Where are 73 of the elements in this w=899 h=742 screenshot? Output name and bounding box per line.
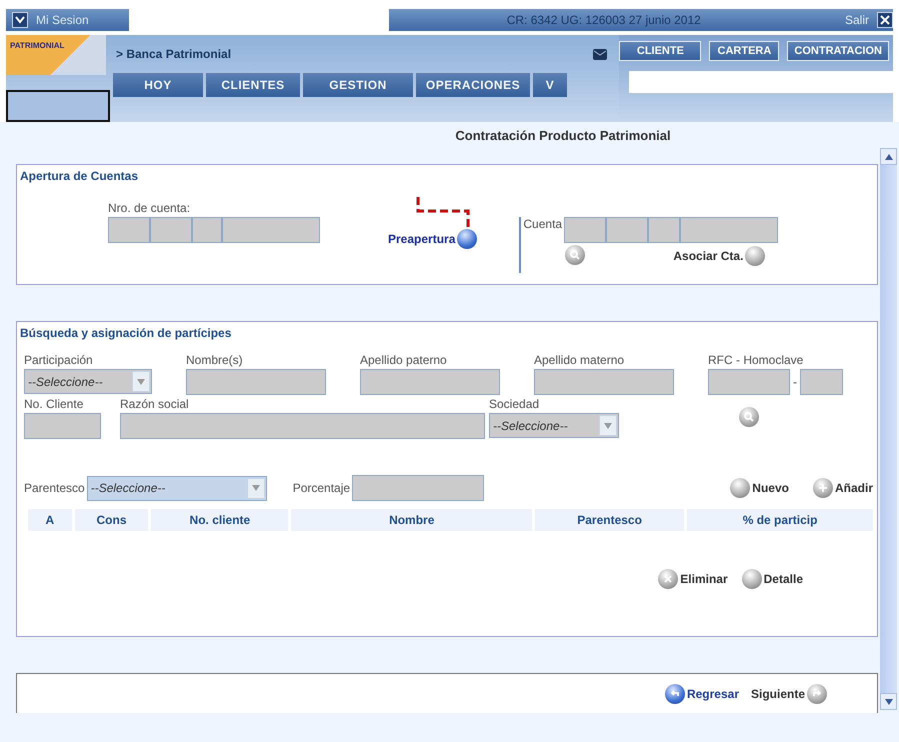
input-field[interactable]	[800, 369, 843, 395]
search-icon	[565, 245, 586, 265]
header-button[interactable]: CLIENTE	[619, 41, 702, 61]
asociar-button[interactable]: Asociar Cta.	[673, 246, 766, 266]
plus-icon	[812, 478, 833, 498]
field-label: Apellido materno	[534, 353, 626, 367]
round-button-icon	[742, 569, 762, 589]
field-label: Participación	[24, 353, 94, 367]
nav-tab[interactable]: GESTION	[303, 73, 413, 97]
column-header: A	[28, 509, 72, 531]
header-button[interactable]: CONTRATACION	[787, 41, 889, 61]
session-info: CR: 6342 UG: 126003 27 junio 2012	[506, 13, 701, 27]
detail-button[interactable]: Detalle	[742, 569, 803, 589]
field-label: No. Cliente	[24, 397, 84, 411]
field-label: Nombre(s)	[186, 353, 244, 367]
nuevo-button[interactable]: Nuevo	[730, 478, 789, 498]
scroll-up-icon[interactable]	[880, 148, 897, 165]
nav-tab[interactable]: OPERACIONES	[416, 73, 530, 97]
delete-button[interactable]: Eliminar	[658, 569, 728, 589]
add-button[interactable]: Añadir	[812, 478, 873, 498]
logo: PATRIMONIAL	[6, 35, 106, 75]
search-icon	[739, 407, 759, 427]
field-label: Parentesco	[24, 481, 85, 495]
input-field[interactable]	[120, 413, 485, 439]
input-field[interactable]	[360, 369, 500, 395]
breadcrumb: > Banca Patrimonial	[116, 47, 232, 61]
x-icon	[658, 569, 678, 589]
page-title: Contratación Producto Patrimonial	[454, 128, 672, 145]
column-header: Parentesco	[535, 509, 684, 531]
nav-tab[interactable]: V	[533, 73, 567, 97]
select-field[interactable]: --Seleccione--	[489, 413, 619, 438]
input-field[interactable]	[708, 369, 790, 395]
field-label: Nro. de cuenta:	[108, 201, 192, 215]
select-field[interactable]: --Seleccione--	[86, 476, 267, 500]
input-field[interactable]	[24, 413, 101, 439]
column-header: Cons	[74, 509, 148, 531]
column-header: % de particip	[687, 509, 873, 531]
close-icon[interactable]	[877, 12, 893, 28]
separator: -	[793, 375, 797, 389]
field-label: Apellido paterno	[360, 353, 448, 367]
scrollbar[interactable]	[880, 148, 897, 710]
section-title: Búsqueda y asignación de partícipes	[20, 326, 232, 340]
field-label: RFC - Homoclave	[708, 353, 804, 367]
column-header: No. cliente	[151, 509, 288, 531]
next-button[interactable]: Siguiente	[750, 684, 827, 704]
back-button[interactable]: Regresar	[664, 684, 739, 704]
preapertura-button[interactable]: Preapertura	[388, 229, 478, 249]
input-field[interactable]	[186, 369, 326, 395]
caret-icon	[599, 415, 617, 436]
account-field[interactable]	[564, 217, 778, 243]
mail-icon[interactable]	[593, 48, 608, 60]
scroll-down-icon[interactable]	[880, 693, 897, 710]
input-field[interactable]	[352, 475, 484, 501]
round-button-icon	[457, 229, 478, 249]
dashed-marker-drawing	[415, 197, 472, 229]
logout-link[interactable]: Salir	[844, 13, 869, 27]
nav-tab[interactable]: HOY	[113, 73, 203, 97]
round-button-icon	[730, 478, 750, 498]
round-button-icon	[745, 246, 766, 266]
header-button[interactable]: CARTERA	[709, 41, 780, 61]
menu-dropdown-icon[interactable]	[12, 12, 28, 28]
field-label: Razón social	[120, 397, 190, 411]
caret-icon	[132, 371, 150, 392]
account-number-field[interactable]	[108, 217, 320, 243]
column-header: Nombre	[291, 509, 532, 531]
field-label: Sociedad	[489, 397, 540, 411]
select-field[interactable]: --Seleccione--	[24, 369, 152, 394]
field-label: Cuenta	[523, 217, 562, 231]
nav-tab[interactable]: CLIENTES	[206, 73, 300, 97]
input-field[interactable]	[534, 369, 674, 395]
section-title: Apertura de Cuentas	[20, 169, 140, 183]
field-label: Porcentaje	[292, 481, 350, 495]
caret-icon	[246, 478, 265, 498]
